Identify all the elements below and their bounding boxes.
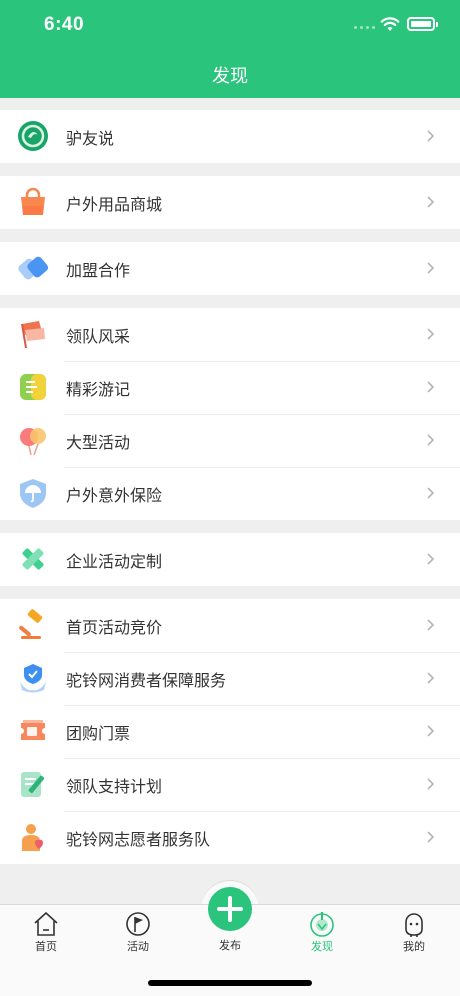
list-item-label: 加盟合作 [66, 262, 131, 280]
tab-label: 活动 [127, 941, 149, 953]
notes-icon [20, 374, 46, 400]
list-item-bidding[interactable]: 首页活动竞价 [0, 599, 460, 652]
home-icon [34, 912, 58, 936]
list-item-lvyoushuo[interactable]: 驴友说 [0, 110, 460, 163]
chevron-right-icon [427, 328, 435, 340]
list-item-label: 领队风采 [66, 328, 131, 346]
list-item-label: 首页活动竞价 [66, 619, 163, 637]
chevron-right-icon [427, 487, 435, 499]
section-services: 首页活动竞价 驼铃网消费者保障服务 团购门票 领队支持计划 驼铃网志愿者服务队 [0, 599, 460, 864]
shopping-bag-icon [21, 187, 45, 215]
battery-icon [407, 17, 438, 31]
list-item-enterprise-custom[interactable]: 企业活动定制 [0, 533, 460, 586]
balloon-icon [20, 428, 46, 456]
volunteer-icon [22, 824, 43, 851]
list-item-consumer-protection[interactable]: 驼铃网消费者保障服务 [0, 652, 460, 705]
tab-label: 首页 [35, 941, 57, 953]
list-item-shop[interactable]: 户外用品商城 [0, 176, 460, 229]
wifi-icon [380, 17, 400, 31]
flag-icon [21, 321, 45, 349]
section-lvyoushuo: 驴友说 [0, 110, 460, 163]
plus-icon [217, 896, 243, 922]
chevron-right-icon [427, 130, 435, 142]
list-item-join[interactable]: 加盟合作 [0, 242, 460, 295]
chevron-right-icon [427, 672, 435, 684]
list-item-insurance[interactable]: 户外意外保险 [0, 467, 460, 520]
status-bar: 6:40 [0, 0, 460, 50]
lvyoushuo-icon [18, 121, 48, 151]
list-item-label: 户外用品商城 [66, 196, 163, 214]
pencil-ruler-icon [22, 548, 44, 570]
tab-label: 我的 [403, 941, 425, 953]
list-item-big-events[interactable]: 大型活动 [0, 414, 460, 467]
chevron-right-icon [427, 725, 435, 737]
list-item-group-tickets[interactable]: 团购门票 [0, 705, 460, 758]
chevron-right-icon [427, 619, 435, 631]
list-item-label: 驼铃网消费者保障服务 [66, 672, 227, 690]
list-item-label: 驼铃网志愿者服务队 [66, 831, 211, 849]
list-item-leader-style[interactable]: 领队风采 [0, 308, 460, 361]
ticket-icon [21, 720, 45, 740]
publish-button[interactable] [208, 887, 252, 931]
section-shop: 户外用品商城 [0, 176, 460, 229]
list-item-label: 领队支持计划 [66, 778, 163, 796]
section-enterprise: 企业活动定制 [0, 533, 460, 586]
chevron-right-icon [427, 381, 435, 393]
signal-icon [354, 26, 375, 29]
section-join: 加盟合作 [0, 242, 460, 295]
tab-label: 发现 [311, 941, 333, 953]
list-item-label: 户外意外保险 [66, 487, 163, 505]
chevron-right-icon [427, 196, 435, 208]
tab-activity[interactable]: 活动 [108, 905, 168, 965]
list-item-label: 驴友说 [66, 130, 115, 148]
list-item-label: 企业活动定制 [66, 553, 163, 571]
status-time: 6:40 [44, 14, 85, 35]
activity-flag-icon [126, 912, 150, 936]
shield-hand-icon [20, 664, 46, 693]
list-item-travel-notes[interactable]: 精彩游记 [0, 361, 460, 414]
page-title: 发现 [212, 66, 248, 86]
chevron-right-icon [427, 553, 435, 565]
list-item-volunteers[interactable]: 驼铃网志愿者服务队 [0, 811, 460, 864]
tab-discover[interactable]: 发现 [292, 905, 352, 965]
discover-icon [310, 912, 334, 937]
list-item-leader-support[interactable]: 领队支持计划 [0, 758, 460, 811]
chevron-right-icon [427, 778, 435, 790]
document-edit-icon [21, 772, 45, 797]
section-features: 领队风采 精彩游记 大型活动 户外意外保险 [0, 308, 460, 520]
list-item-label: 精彩游记 [66, 381, 131, 399]
tab-label-publish: 发布 [219, 940, 241, 952]
chevron-right-icon [427, 434, 435, 446]
header: 6:40 发现 [0, 0, 460, 98]
chevron-right-icon [427, 262, 435, 274]
chevron-right-icon [427, 831, 435, 843]
list-item-label: 团购门票 [66, 725, 131, 743]
join-icon [18, 256, 49, 280]
umbrella-shield-icon [20, 479, 46, 508]
profile-icon [405, 913, 423, 937]
tab-mine[interactable]: 我的 [384, 905, 444, 965]
list-item-label: 大型活动 [66, 434, 131, 452]
home-indicator [148, 980, 312, 986]
tab-home[interactable]: 首页 [16, 905, 76, 965]
gavel-icon [19, 609, 43, 639]
